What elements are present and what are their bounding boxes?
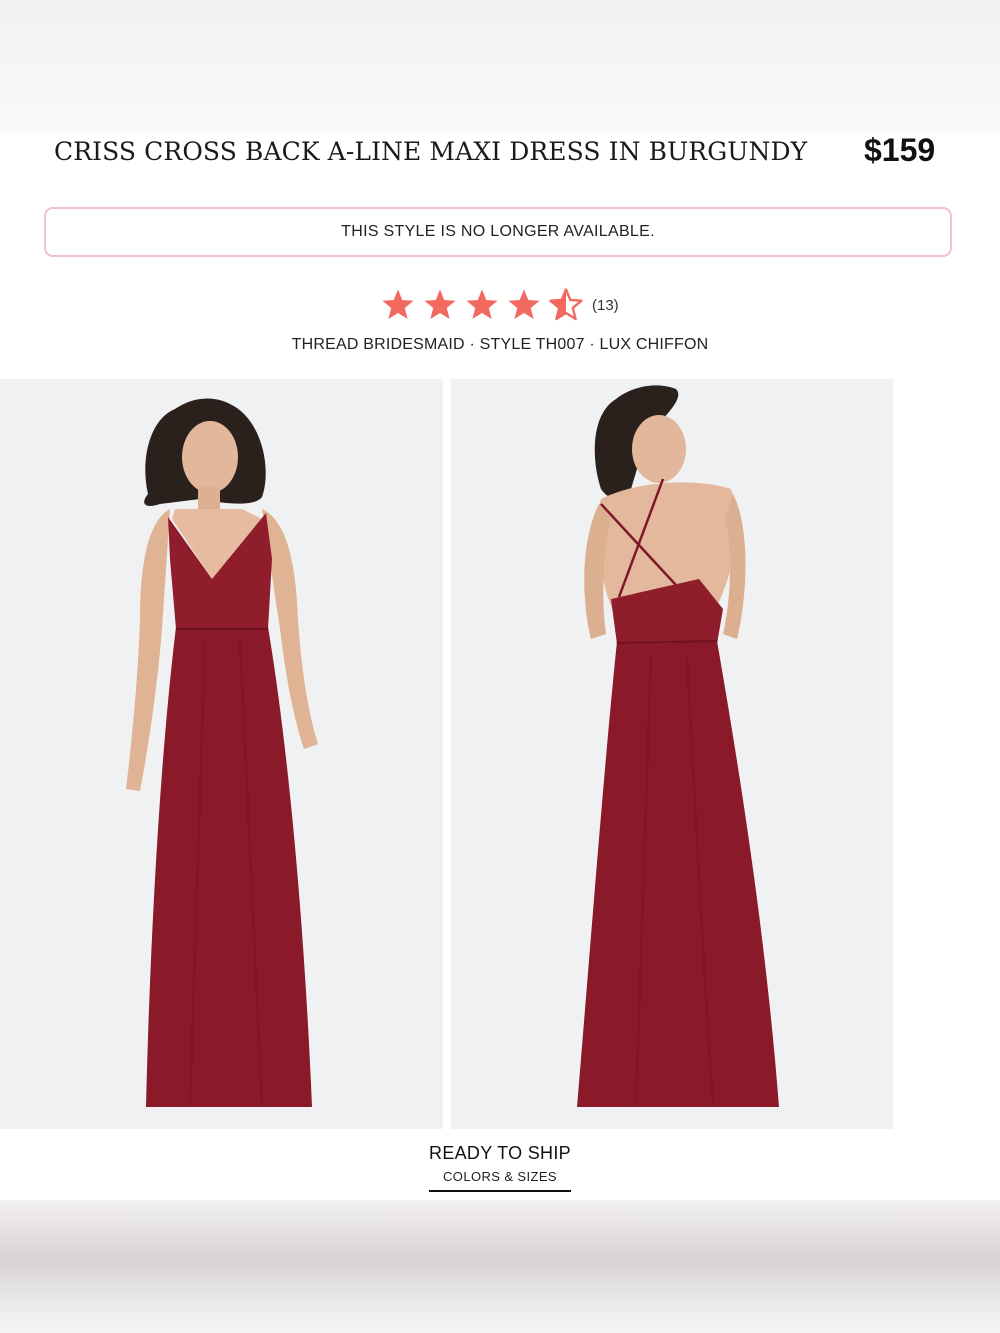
background-blur-top bbox=[0, 0, 1000, 132]
brand-style-fabric: THREAD BRIDESMAID · STYLE TH007 · LUX CH… bbox=[291, 336, 709, 353]
product-price: $159 bbox=[864, 132, 936, 168]
product-image-front[interactable] bbox=[0, 379, 443, 1129]
dress-front-illustration bbox=[0, 379, 443, 1129]
star-icon bbox=[466, 289, 498, 320]
availability-notice: THIS STYLE IS NO LONGER AVAILABLE. bbox=[44, 207, 952, 257]
dress-back-illustration bbox=[451, 379, 893, 1129]
ready-to-ship-title: READY TO SHIP bbox=[429, 1143, 571, 1163]
star-icon bbox=[424, 289, 456, 320]
review-count[interactable]: (13) bbox=[592, 297, 619, 314]
half-star-icon bbox=[549, 288, 583, 321]
availability-notice-text: THIS STYLE IS NO LONGER AVAILABLE. bbox=[341, 223, 655, 240]
product-image-back[interactable] bbox=[451, 379, 893, 1129]
star-icon bbox=[382, 289, 414, 320]
rating-stars[interactable]: (13) bbox=[380, 286, 619, 324]
ready-to-ship-link[interactable]: READY TO SHIP COLORS & SIZES bbox=[429, 1143, 571, 1192]
background-blur-bottom bbox=[0, 1200, 1000, 1333]
colors-sizes-label: COLORS & SIZES bbox=[429, 1169, 571, 1192]
product-title: CRISS CROSS BACK A-LINE MAXI DRESS IN BU… bbox=[54, 137, 808, 166]
star-icon bbox=[508, 289, 540, 320]
